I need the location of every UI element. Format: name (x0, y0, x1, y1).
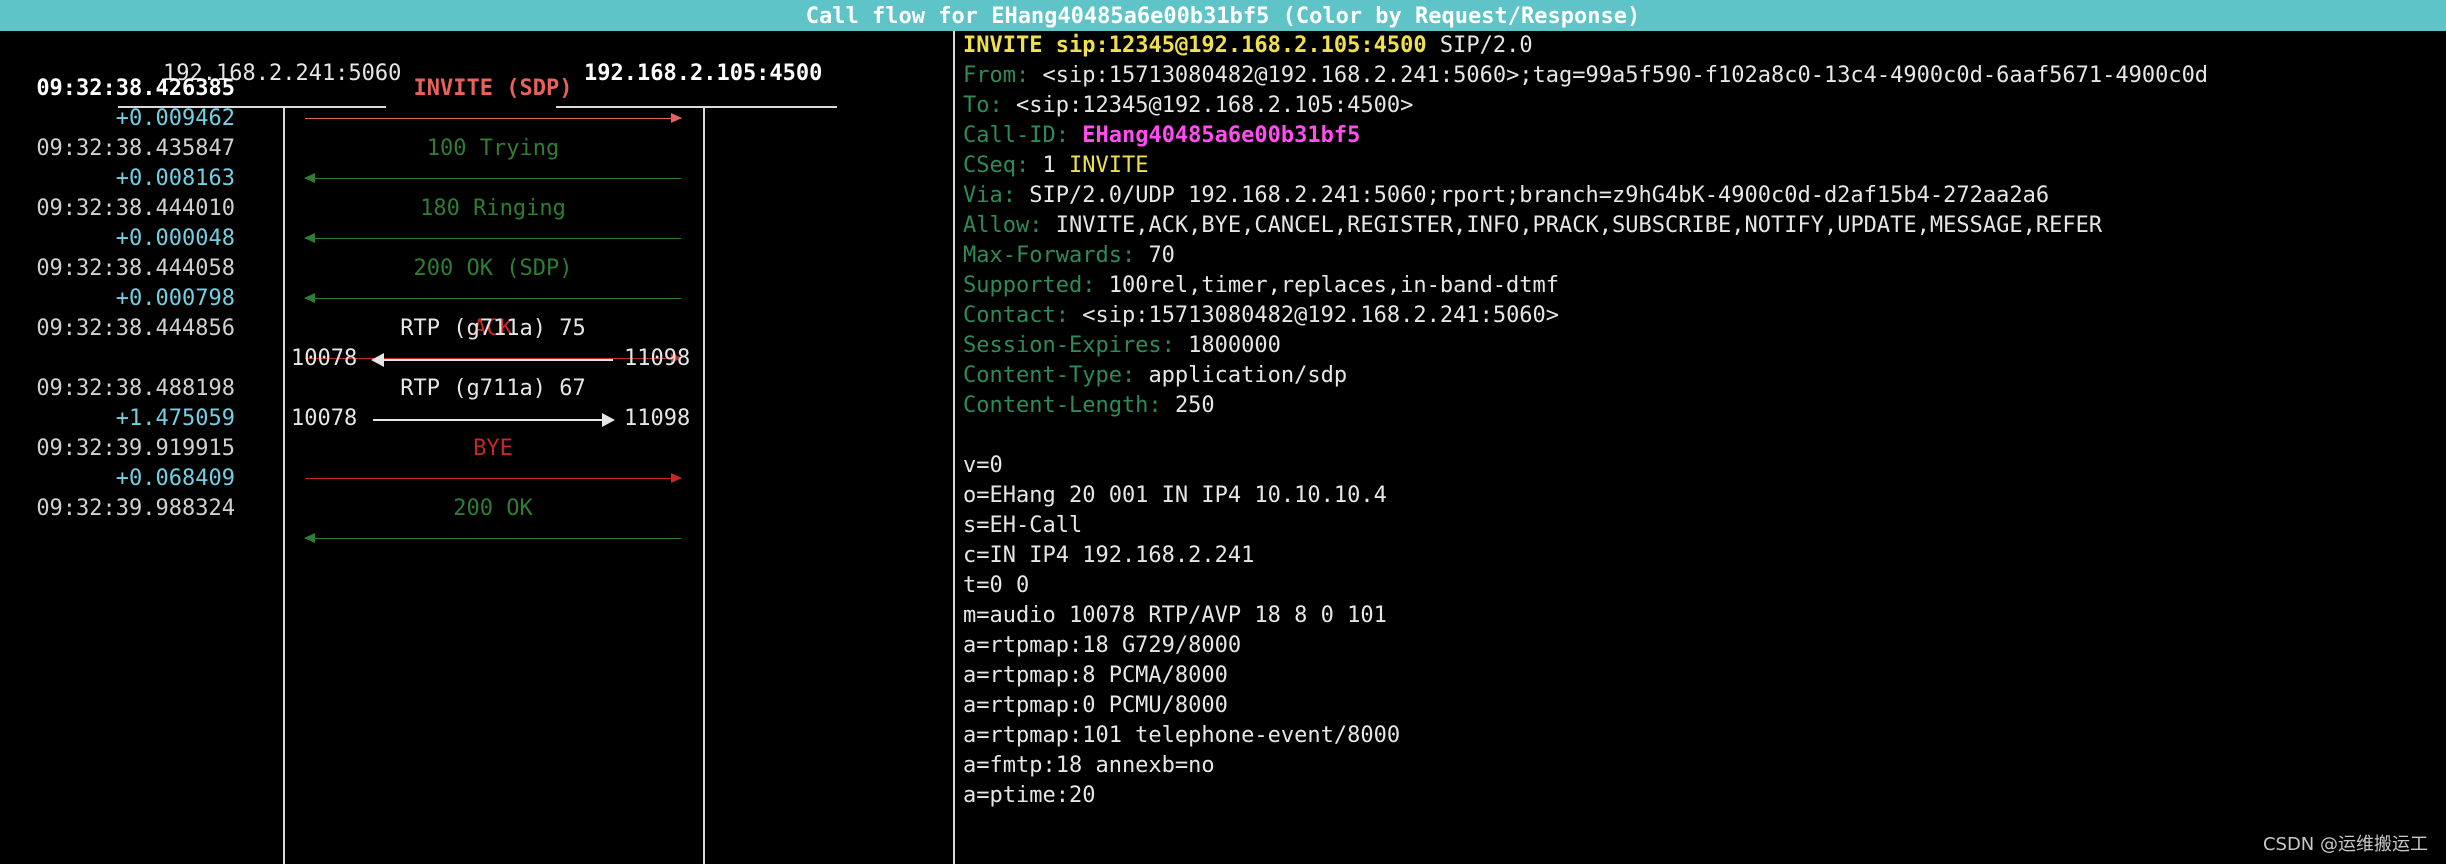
timestamp-delta: +0.000798 (115, 286, 235, 311)
timestamp-delta: +0.000048 (115, 226, 235, 251)
message-arrow[interactable] (304, 533, 681, 543)
header-cseq: CSeq: 1 INVITE (963, 153, 1149, 178)
sdp-line: a=rtpmap:0 PCMU/8000 (963, 693, 1228, 718)
message-label[interactable]: 200 OK (SDP) (303, 256, 683, 281)
message-arrow[interactable] (305, 113, 682, 123)
header-contact: Contact: <sip:15713080482@192.168.2.241:… (963, 303, 1560, 328)
sdp-line: v=0 (963, 453, 1003, 478)
request-line: INVITE sip:12345@192.168.2.105:4500 SIP/… (963, 33, 1533, 58)
sdp-body: v=0 o=EHang 20 001 IN IP4 10.10.10.4 s=EH-… (963, 451, 2443, 811)
sdp-line: a=rtpmap:18 G729/8000 (963, 633, 1242, 658)
sdp-line: a=rtpmap:101 telephone-event/8000 (963, 723, 1401, 748)
rtp-stream-arrow[interactable] (371, 353, 613, 367)
timestamp-delta: +1.475059 (115, 406, 235, 431)
sdp-line: t=0 0 (963, 573, 1030, 598)
rtp-stream-label[interactable]: RTP (g711a) 67 (303, 376, 683, 401)
sdp-line: o=EHang 20 001 IN IP4 10.10.10.4 (963, 483, 1387, 508)
watermark: CSDN @运维搬运工 (2262, 834, 2428, 855)
rtp-right-port: 11098 (624, 406, 691, 431)
header-call-id: Call-ID: EHang40485a6e00b31bf5 (963, 123, 1361, 148)
message-label[interactable]: 180 Ringing (303, 196, 683, 221)
timestamp-time: 09:32:38.444058 (36, 256, 235, 281)
sip-message-panel: INVITE sip:12345@192.168.2.105:4500 SIP/… (963, 31, 2443, 811)
timestamp-time: 09:32:38.435847 (36, 136, 235, 161)
header-supported: Supported: 100rel,timer,replaces,in-band… (963, 273, 1560, 298)
message-label[interactable]: 100 Trying (303, 136, 683, 161)
rtp-left-port: 10078 (291, 406, 358, 431)
message-label[interactable]: 200 OK (303, 496, 683, 521)
panel-divider (953, 31, 955, 864)
sdp-line: a=fmtp:18 annexb=no (963, 753, 1215, 778)
sdp-line: c=IN IP4 192.168.2.241 (963, 543, 1255, 568)
sdp-line: a=ptime:20 (963, 783, 1096, 808)
header-content-type: Content-Type: application/sdp (963, 363, 1348, 388)
rtp-stream-label[interactable]: RTP (g711a) 75 (303, 316, 683, 341)
column-line-right (703, 108, 705, 864)
message-arrow[interactable] (304, 233, 681, 243)
rtp-left-port: 10078 (291, 346, 358, 371)
call-flow-panel: 192.168.2.241:5060 192.168.2.105:4500 09:3… (0, 31, 955, 864)
sdp-line: m=audio 10078 RTP/AVP 18 8 0 101 (963, 603, 1387, 628)
sdp-line: a=rtpmap:8 PCMA/8000 (963, 663, 1228, 688)
message-arrow[interactable] (304, 173, 681, 183)
title-bar: Call flow for EHang40485a6e00b31bf5 (Col… (0, 0, 2446, 31)
message-label[interactable]: BYE (303, 436, 683, 461)
host-right-underline (556, 106, 837, 108)
timestamp-time: 09:32:38.444010 (36, 196, 235, 221)
message-label[interactable]: INVITE (SDP) (303, 76, 683, 101)
rtp-stream-arrow[interactable] (373, 413, 615, 427)
message-arrow[interactable] (304, 293, 681, 303)
timestamp-delta: +0.009462 (115, 106, 235, 131)
header-content-length: Content-Length: 250 (963, 393, 1215, 418)
column-line-left (283, 108, 285, 864)
timestamp-delta: +0.008163 (115, 166, 235, 191)
timestamp-time: 09:32:39.919915 (36, 436, 235, 461)
header-session-expires: Session-Expires: 1800000 (963, 333, 1281, 358)
timestamp-time: 09:32:38.488198 (36, 376, 235, 401)
timestamp-time: 09:32:38.426385 (36, 76, 235, 101)
timestamp-time: 09:32:39.988324 (36, 496, 235, 521)
header-to: To: <sip:12345@192.168.2.105:4500> (963, 93, 1414, 118)
header-max-forwards: Max-Forwards: 70 (963, 243, 1175, 268)
timestamp-time: 09:32:38.444856 (36, 316, 235, 341)
timestamp-delta: +0.068409 (115, 466, 235, 491)
header-allow: Allow: INVITE,ACK,BYE,CANCEL,REGISTER,IN… (963, 213, 2103, 238)
message-arrow[interactable] (305, 473, 682, 483)
header-via: Via: SIP/2.0/UDP 192.168.2.241:5060;rpor… (963, 183, 2050, 208)
header-from: From: <sip:15713080482@192.168.2.241:506… (963, 63, 2209, 88)
sdp-line: s=EH-Call (963, 513, 1083, 538)
rtp-right-port: 11098 (624, 346, 691, 371)
